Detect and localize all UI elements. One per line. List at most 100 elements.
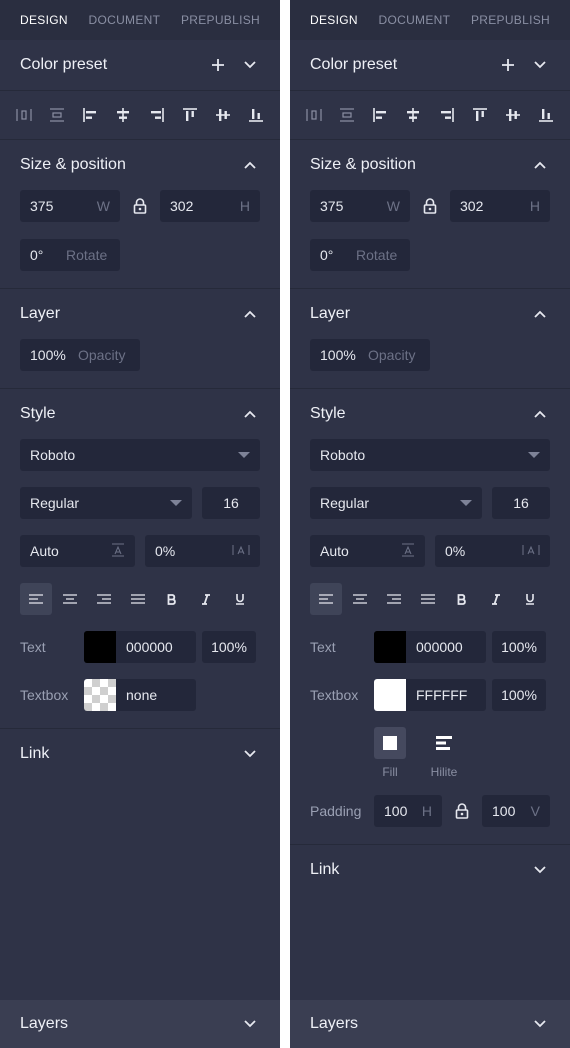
align-center-horizontal-icon[interactable]	[403, 104, 423, 126]
line-height-field[interactable]: Auto	[310, 535, 425, 567]
align-bottom-icon[interactable]	[246, 104, 266, 126]
font-family-select[interactable]: Roboto	[310, 439, 550, 471]
textbox-opacity-field[interactable]: 100%	[492, 679, 546, 711]
layer-header[interactable]: Layer	[0, 289, 280, 339]
chevron-down-icon[interactable]	[530, 55, 550, 75]
design-panel-left: DESIGN DOCUMENT PREPUBLISH Color preset	[0, 0, 280, 1048]
underline-icon[interactable]	[224, 583, 256, 615]
chevron-down-icon[interactable]	[240, 1014, 260, 1034]
rotate-field[interactable]: 0° Rotate	[20, 239, 120, 271]
font-weight-select[interactable]: Regular	[310, 487, 482, 519]
line-height-field[interactable]: Auto	[20, 535, 135, 567]
text-justify-icon[interactable]	[412, 583, 444, 615]
width-field[interactable]: 375 W	[20, 190, 120, 222]
layer-header[interactable]: Layer	[290, 289, 570, 339]
font-weight-select[interactable]: Regular	[20, 487, 192, 519]
underline-icon[interactable]	[514, 583, 546, 615]
padding-vertical-field[interactable]: 100 V	[482, 795, 550, 827]
lock-padding-icon[interactable]	[452, 801, 472, 821]
width-field[interactable]: 375 W	[310, 190, 410, 222]
text-opacity-field[interactable]: 100%	[492, 631, 546, 663]
font-size-field[interactable]: 16	[492, 487, 550, 519]
transparent-swatch[interactable]	[84, 679, 116, 711]
letter-spacing-field[interactable]: 0%	[145, 535, 260, 567]
font-family-select[interactable]: Roboto	[20, 439, 260, 471]
align-left-icon[interactable]	[80, 104, 100, 126]
textbox-color-field[interactable]: none	[84, 679, 196, 711]
style-header[interactable]: Style	[290, 389, 570, 439]
letter-spacing-field[interactable]: 0%	[435, 535, 550, 567]
lock-aspect-icon[interactable]	[420, 196, 440, 216]
style-header[interactable]: Style	[0, 389, 280, 439]
distribute-vertical-icon[interactable]	[47, 104, 67, 126]
distribute-vertical-icon[interactable]	[337, 104, 357, 126]
tab-prepublish[interactable]: PREPUBLISH	[471, 13, 550, 27]
layers-bar[interactable]: Layers	[290, 1000, 570, 1048]
distribute-horizontal-icon[interactable]	[14, 104, 34, 126]
distribute-horizontal-icon[interactable]	[304, 104, 324, 126]
textbox-color-field[interactable]: FFFFFF	[374, 679, 486, 711]
text-color-swatch[interactable]	[374, 631, 406, 663]
rotate-field[interactable]: 0° Rotate	[310, 239, 410, 271]
tab-document[interactable]: DOCUMENT	[89, 13, 161, 27]
align-top-icon[interactable]	[470, 104, 490, 126]
text-opacity-field[interactable]: 100%	[202, 631, 256, 663]
panel-tabs: DESIGN DOCUMENT PREPUBLISH	[290, 0, 570, 40]
text-align-center-icon[interactable]	[54, 583, 86, 615]
tab-design[interactable]: DESIGN	[20, 13, 68, 27]
text-justify-icon[interactable]	[122, 583, 154, 615]
textbox-hilite-toggle[interactable]: Hilite	[424, 727, 464, 779]
text-align-left-icon[interactable]	[20, 583, 52, 615]
height-field[interactable]: 302 H	[450, 190, 550, 222]
chevron-up-icon[interactable]	[240, 404, 260, 424]
add-preset-icon[interactable]	[498, 55, 518, 75]
textbox-color-swatch[interactable]	[374, 679, 406, 711]
align-center-horizontal-icon[interactable]	[113, 104, 133, 126]
lock-aspect-icon[interactable]	[130, 196, 150, 216]
font-size-field[interactable]: 16	[202, 487, 260, 519]
add-preset-icon[interactable]	[208, 55, 228, 75]
link-header[interactable]: Link	[290, 845, 570, 895]
bold-icon[interactable]	[156, 583, 188, 615]
text-color-swatch[interactable]	[84, 631, 116, 663]
text-color-field[interactable]: 000000	[84, 631, 196, 663]
link-header[interactable]: Link	[0, 729, 280, 779]
align-middle-vertical-icon[interactable]	[213, 104, 233, 126]
align-bottom-icon[interactable]	[536, 104, 556, 126]
align-middle-vertical-icon[interactable]	[503, 104, 523, 126]
text-align-left-icon[interactable]	[310, 583, 342, 615]
align-left-icon[interactable]	[370, 104, 390, 126]
text-color-field[interactable]: 000000	[374, 631, 486, 663]
padding-horizontal-field[interactable]: 100 H	[374, 795, 442, 827]
style-title: Style	[20, 405, 56, 422]
color-preset-header: Color preset	[0, 40, 280, 90]
tab-document[interactable]: DOCUMENT	[379, 13, 451, 27]
chevron-up-icon[interactable]	[240, 304, 260, 324]
size-position-header[interactable]: Size & position	[0, 140, 280, 190]
textbox-fill-toggle[interactable]: Fill	[370, 727, 410, 779]
align-right-icon[interactable]	[436, 104, 456, 126]
chevron-up-icon[interactable]	[240, 155, 260, 175]
layers-bar[interactable]: Layers	[0, 1000, 280, 1048]
align-top-icon[interactable]	[180, 104, 200, 126]
text-align-center-icon[interactable]	[344, 583, 376, 615]
chevron-down-icon[interactable]	[530, 1014, 550, 1034]
align-right-icon[interactable]	[146, 104, 166, 126]
opacity-field[interactable]: 100% Opacity	[20, 339, 140, 371]
italic-icon[interactable]	[190, 583, 222, 615]
chevron-down-icon[interactable]	[530, 860, 550, 880]
chevron-down-icon[interactable]	[240, 744, 260, 764]
height-field[interactable]: 302 H	[160, 190, 260, 222]
text-align-right-icon[interactable]	[88, 583, 120, 615]
chevron-up-icon[interactable]	[530, 304, 550, 324]
text-align-right-icon[interactable]	[378, 583, 410, 615]
tab-design[interactable]: DESIGN	[310, 13, 358, 27]
bold-icon[interactable]	[446, 583, 478, 615]
chevron-up-icon[interactable]	[530, 155, 550, 175]
opacity-field[interactable]: 100% Opacity	[310, 339, 430, 371]
chevron-down-icon[interactable]	[240, 55, 260, 75]
italic-icon[interactable]	[480, 583, 512, 615]
tab-prepublish[interactable]: PREPUBLISH	[181, 13, 260, 27]
chevron-up-icon[interactable]	[530, 404, 550, 424]
size-position-header[interactable]: Size & position	[290, 140, 570, 190]
